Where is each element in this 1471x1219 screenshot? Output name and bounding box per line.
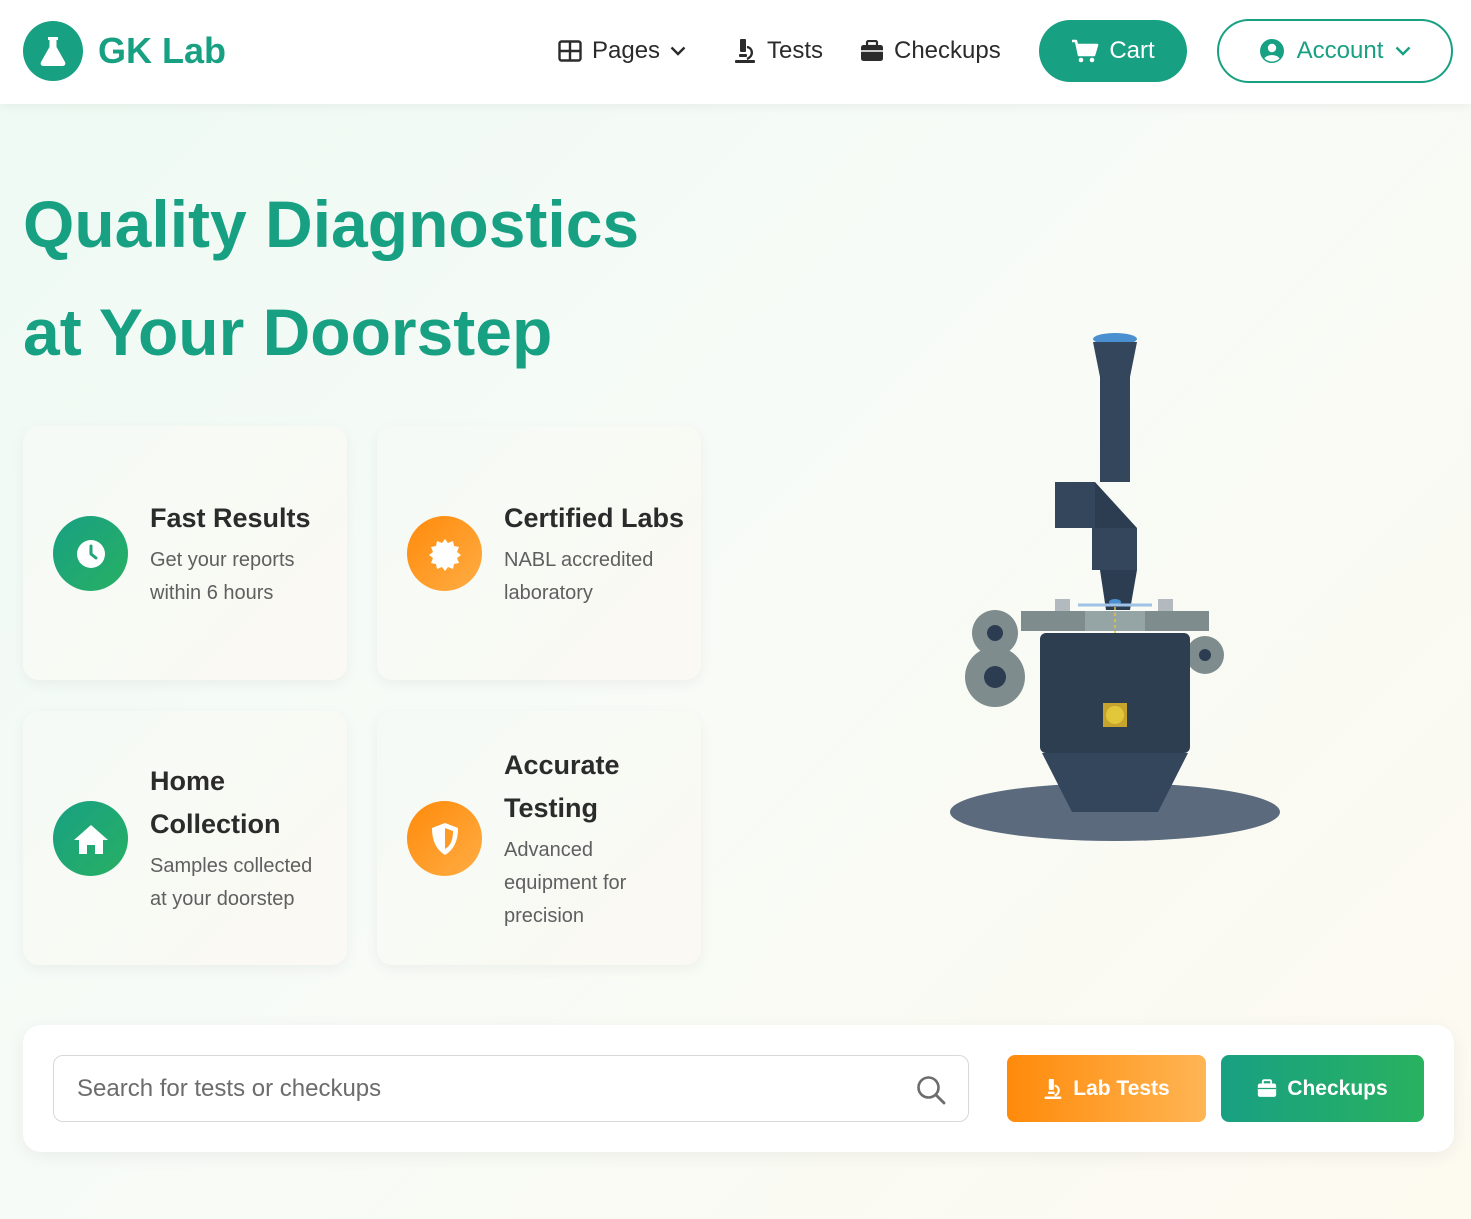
feature-card-certified-labs: Certified Labs NABL accredited laborator…: [377, 426, 701, 680]
hero-title-line-1: Quality Diagnostics: [23, 187, 640, 261]
feature-text: Certified Labs NABL accredited laborator…: [504, 426, 687, 680]
search-icon: [917, 1076, 946, 1105]
account-button[interactable]: Account: [1217, 19, 1453, 83]
account-label: Account: [1296, 37, 1384, 64]
lab-tests-label: Lab Tests: [1073, 1076, 1170, 1100]
home-icon: [73, 824, 108, 854]
nav-tests[interactable]: Tests: [733, 32, 823, 70]
nav-checkups-label: Checkups: [894, 37, 1001, 64]
cart-button[interactable]: Cart: [1039, 20, 1187, 82]
grid-icon: [558, 40, 582, 62]
cart-label: Cart: [1109, 37, 1155, 64]
hero-title-line-2: at Your Doorstep: [23, 295, 553, 369]
feature-text: Fast Results Get your reports within 6 h…: [150, 426, 333, 680]
nav-pages[interactable]: Pages: [558, 32, 686, 70]
certificate-icon: [428, 538, 461, 571]
feature-title: Fast Results: [150, 502, 311, 533]
chevron-down-icon: [670, 46, 686, 56]
microscope-icon: [1044, 1078, 1062, 1099]
feature-desc: Samples collected at your doorstep: [150, 855, 313, 910]
checkups-label: Checkups: [1287, 1076, 1388, 1100]
search-panel: Lab Tests Checkups: [23, 1025, 1454, 1152]
feature-card-fast-results: Fast Results Get your reports within 6 h…: [23, 426, 347, 680]
search-button[interactable]: [916, 1075, 946, 1105]
feature-title: Certified Labs: [504, 502, 685, 533]
microscope-illustration: [950, 333, 1280, 841]
flask-icon: [40, 37, 66, 66]
nav-checkups[interactable]: Checkups: [860, 32, 1001, 70]
checkups-button[interactable]: Checkups: [1221, 1055, 1424, 1122]
nav-tests-label: Tests: [767, 37, 824, 64]
hero-title: Quality Diagnostics at Your Doorstep: [23, 170, 743, 386]
feature-card-accurate-testing: Accurate Testing Advanced equipment for …: [377, 711, 701, 965]
logo[interactable]: [23, 21, 83, 81]
feature-desc: Get your reports within 6 hours: [150, 548, 295, 604]
feature-title: Accurate Testing: [504, 749, 620, 823]
briefcase-icon: [861, 40, 883, 61]
feature-title: Home Collection: [150, 766, 281, 839]
site-header: GK Lab Pages Tests Checkups Cart Account: [0, 0, 1471, 104]
feature-icon-badge: [407, 801, 482, 876]
feature-text: Accurate Testing Advanced equipment for …: [504, 711, 687, 965]
user-circle-icon: [1259, 39, 1284, 63]
feature-desc: Advanced equipment for precision: [504, 838, 627, 927]
briefcase-icon: [1258, 1079, 1277, 1097]
brand-name[interactable]: GK Lab: [98, 28, 226, 74]
chevron-down-icon: [1396, 46, 1411, 56]
nav-pages-label: Pages: [592, 37, 661, 64]
clock-icon: [76, 539, 105, 568]
feature-icon-badge: [53, 801, 128, 876]
feature-text: Home Collection Samples collected at you…: [150, 711, 333, 965]
lab-tests-button[interactable]: Lab Tests: [1007, 1055, 1206, 1122]
search-box: [53, 1055, 969, 1122]
cart-icon: [1072, 39, 1099, 63]
microscope-icon: [735, 39, 755, 63]
search-input[interactable]: [54, 1056, 914, 1121]
feature-desc: NABL accredited laboratory: [504, 548, 654, 604]
feature-icon-badge: [53, 516, 128, 591]
shield-icon: [431, 822, 458, 855]
feature-icon-badge: [407, 516, 482, 591]
feature-card-home-collection: Home Collection Samples collected at you…: [23, 711, 347, 965]
